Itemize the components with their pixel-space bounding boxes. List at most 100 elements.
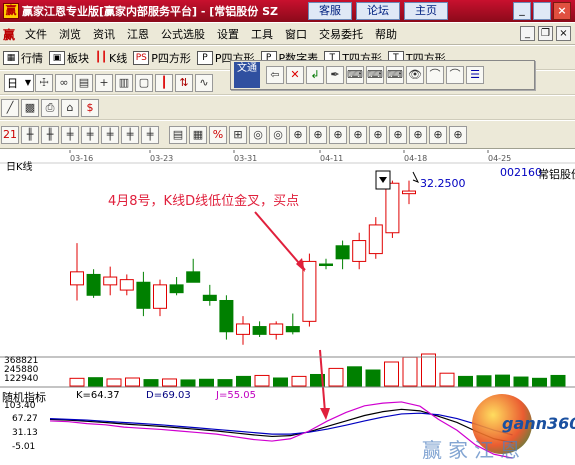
doc-tool-icon[interactable]: ▤ (75, 73, 93, 92)
market-button[interactable]: ▦ 行情 (3, 50, 43, 66)
bars1-icon[interactable]: ╫ (21, 125, 39, 144)
volume-bar (199, 378, 214, 387)
candle-body (236, 323, 250, 335)
ind5-icon[interactable]: ◎ (269, 125, 287, 144)
volume-bar (291, 375, 307, 387)
ind10-icon[interactable]: ⊕ (369, 125, 387, 144)
kdj-tick: -5.01 (12, 442, 36, 452)
menu-window[interactable]: 窗口 (279, 26, 313, 42)
split-tool-icon[interactable]: ⇅ (175, 73, 193, 92)
chart-area[interactable]: 日K线 03-16 03-23 03-31 04-11 04-18 04-25 … (0, 150, 575, 465)
dollar-icon[interactable]: $ (81, 98, 99, 117)
menu-tools[interactable]: 工具 (245, 26, 279, 42)
print-icon[interactable]: ⎙ (41, 98, 59, 117)
ind12-icon[interactable]: ⊕ (409, 125, 427, 144)
price-label: 32.2500 (420, 177, 466, 190)
cursor-tool-icon[interactable]: ☩ (35, 73, 53, 92)
ind8-icon[interactable]: ⊕ (329, 125, 347, 144)
child-restore-icon[interactable]: ❐ (538, 26, 553, 41)
kline-button[interactable]: ┃┃ K线 (95, 50, 127, 66)
ind2-icon[interactable]: ▦ (189, 125, 207, 144)
wave-tool-icon[interactable]: ∿ (195, 73, 213, 92)
network-icon[interactable]: ⌂ (61, 98, 79, 117)
annotation-arrow (254, 211, 306, 271)
chart-tool-icon[interactable]: ▥ (115, 73, 133, 92)
menu-browse[interactable]: 浏览 (53, 26, 87, 42)
percent-icon[interactable]: % (209, 125, 227, 144)
home-button[interactable]: 主页 (404, 2, 448, 20)
maximize-icon[interactable] (533, 2, 551, 20)
volume-bar (88, 377, 103, 387)
bars5-icon[interactable]: ╪ (101, 125, 119, 144)
tools-icon[interactable]: ✒ (326, 66, 344, 84)
delete-icon[interactable]: ✕ (286, 66, 304, 84)
volume-bar (236, 375, 251, 387)
period-value: 日 (7, 76, 18, 90)
mouse-icon[interactable]: ⌒ (426, 66, 444, 84)
stock-code: 002160 (500, 166, 542, 179)
close-icon[interactable]: × (553, 2, 571, 20)
menu-help[interactable]: 帮助 (369, 26, 403, 42)
sector-label: 板块 (67, 51, 89, 65)
child-close-icon[interactable]: × (556, 26, 571, 41)
ind14-icon[interactable]: ⊕ (449, 125, 467, 144)
eye-icon[interactable]: 👁 (406, 66, 424, 84)
ind9-icon[interactable]: ⊕ (349, 125, 367, 144)
cross-arrowhead (320, 408, 330, 420)
bars7-icon[interactable]: ╪ (141, 125, 159, 144)
candle-body (368, 224, 383, 255)
draw-line-icon[interactable]: ╱ (1, 98, 19, 117)
date-label: 03-31 (234, 154, 258, 163)
keyboard3-icon[interactable]: ⌨ (386, 66, 404, 84)
bars3-icon[interactable]: ╪ (61, 125, 79, 144)
ind1-icon[interactable]: ▤ (169, 125, 187, 144)
kline-label: K线 (109, 51, 128, 65)
ind7-icon[interactable]: ⊕ (309, 125, 327, 144)
calendar-icon[interactable]: 21 (1, 125, 19, 144)
kdj-tick: 67.27 (12, 414, 38, 424)
sector-button[interactable]: ▣ 板块 (49, 50, 89, 66)
bars4-icon[interactable]: ╪ (81, 125, 99, 144)
arrow-left-icon[interactable]: ⇦ (266, 66, 284, 84)
ind11-icon[interactable]: ⊕ (389, 125, 407, 144)
bars6-icon[interactable]: ╪ (121, 125, 139, 144)
ind6-icon[interactable]: ⊕ (289, 125, 307, 144)
p-square2-icon: P (196, 50, 213, 65)
candle-body (169, 284, 184, 294)
list-icon[interactable]: ☰ (466, 66, 484, 84)
mouse2-icon[interactable]: ⌒ (446, 66, 464, 84)
keyboard-icon[interactable]: ⌨ (346, 66, 364, 84)
p-square-button[interactable]: PS P四方形 (133, 50, 191, 66)
add-tool-icon[interactable]: + (95, 73, 113, 92)
screen-tool-icon[interactable]: ▢ (135, 73, 153, 92)
candle-icon: ┃┃ (95, 52, 108, 63)
menu-info[interactable]: 资讯 (87, 26, 121, 42)
period-select[interactable]: 日 ▼ (4, 73, 34, 92)
bars2-icon[interactable]: ╫ (41, 125, 59, 144)
minimize-icon[interactable]: _ (513, 2, 531, 20)
p-square-label: P四方形 (151, 51, 191, 65)
menu-gann[interactable]: 江恩 (121, 26, 155, 42)
volume-bar (328, 367, 344, 387)
ind3-icon[interactable]: ⊞ (229, 125, 247, 144)
candle-body (103, 276, 118, 286)
bar-tool-icon[interactable]: ┃ (155, 73, 173, 92)
volume-bar (513, 376, 529, 387)
return-icon[interactable]: ↲ (306, 66, 324, 84)
menu-settings[interactable]: 设置 (211, 26, 245, 42)
child-minimize-icon[interactable]: _ (520, 26, 535, 41)
ind4-icon[interactable]: ◎ (249, 125, 267, 144)
service-button[interactable]: 客服 (308, 2, 352, 20)
forum-button[interactable]: 论坛 (356, 2, 400, 20)
save-icon[interactable]: ▩ (21, 98, 39, 117)
keyboard2-icon[interactable]: ⌨ (366, 66, 384, 84)
toolbar-indicators: 21 ╫ ╫ ╪ ╪ ╪ ╪ ╪ ▤ ▦ % ⊞ ◎ ◎ ⊕ ⊕ ⊕ ⊕ ⊕ ⊕… (0, 121, 575, 149)
app-menu-icon[interactable]: 赢 (3, 26, 19, 42)
menu-formula[interactable]: 公式选股 (155, 26, 211, 42)
ind13-icon[interactable]: ⊕ (429, 125, 447, 144)
menu-trade[interactable]: 交易委托 (313, 26, 369, 42)
menu-file[interactable]: 文件 (19, 26, 53, 42)
title-bar: 赢 赢家江恩专业版[赢家内部服务平台] - [常铝股份 SZ 客服 论坛 主页 … (0, 0, 575, 22)
text-tool-button[interactable]: 文通 (234, 62, 260, 88)
chain-tool-icon[interactable]: ∞ (55, 73, 73, 92)
